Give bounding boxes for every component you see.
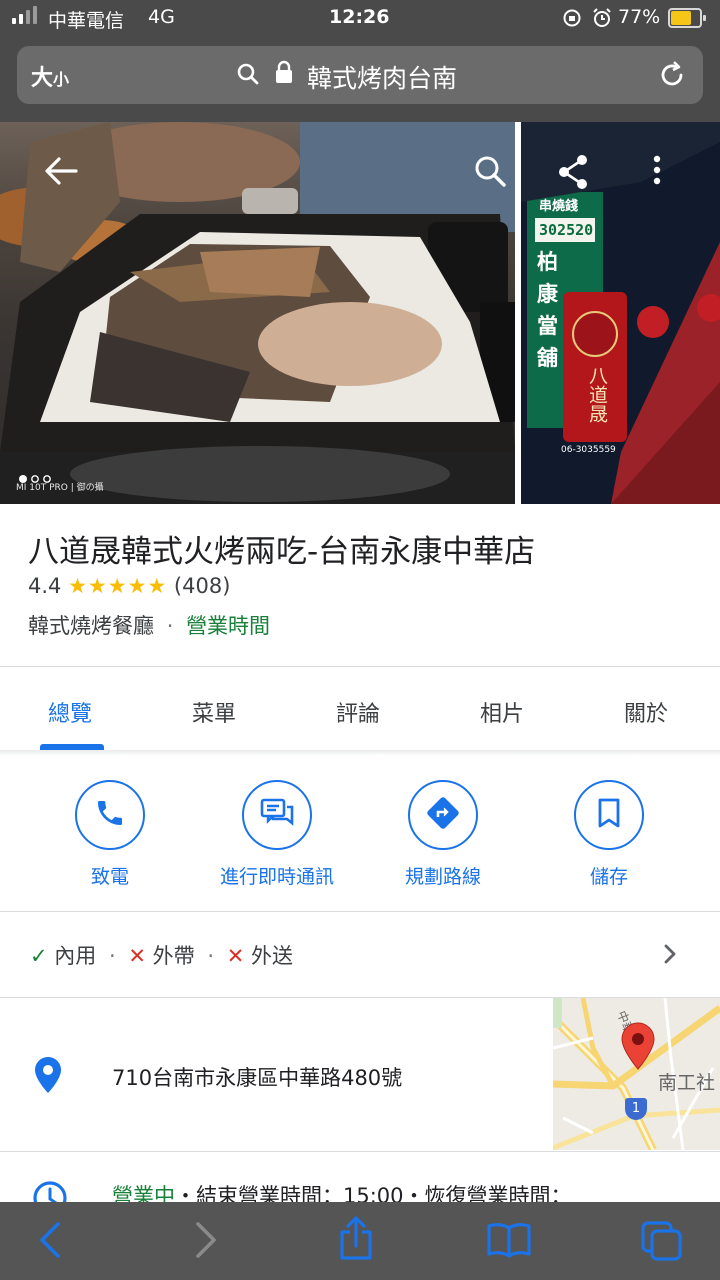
service-options[interactable]: ✓ 內用 · ✕ 外帶 · ✕ 外送 [30,940,293,970]
battery-percent: 77% [618,6,661,28]
directions-label: 規劃路線 [404,866,481,888]
tab-photos[interactable]: 相片 [480,696,524,728]
call-label: 致電 [90,866,129,888]
place-category: 韓式燒烤餐廳 [28,614,154,638]
signal-bar-3 [26,10,30,24]
sign-top-text: 串燒錢 [539,199,579,214]
signal-bar-4 [33,6,37,24]
status-bar: 中華電信 4G 12:26 77% [0,0,720,36]
sign-vertical-text: 柏康當舖 [537,246,565,374]
search-icon [236,62,260,90]
photo-search-icon[interactable] [473,154,507,192]
carrier-name: 中華電信 [48,10,125,32]
bookmark-icon [596,797,622,833]
text-size-button[interactable]: 大小 [31,60,69,92]
signal-bar-1 [12,18,16,24]
divider [0,1151,720,1152]
clock: 12:26 [329,6,390,28]
browser-forward-icon[interactable] [194,1222,218,1262]
photo-carousel[interactable]: MI 10T PRO | 御の攝 串燒錢 302520 柏康當舖 八道晟 06-… [0,122,720,504]
rating-row[interactable]: 4.4 ★★★★★ (408) [28,574,230,598]
check-icon: ✓ [30,944,48,968]
reload-icon[interactable] [659,59,687,93]
battery-icon [668,8,706,28]
address-text[interactable]: 710台南市永康區中華路480號 [112,1062,402,1092]
rating-stars: ★★★★★ [68,574,168,598]
takeout-label: 外帶 [152,944,195,968]
orientation-lock-icon [562,8,582,32]
call-circle [75,780,145,850]
hours-link[interactable]: 營業時間 [186,614,270,638]
url-query: 韓式烤肉台南 [307,64,458,93]
rating-value: 4.4 [28,574,62,598]
back-icon[interactable] [44,156,78,190]
save-circle [574,780,644,850]
tabs-icon[interactable] [640,1220,684,1266]
phone-icon [94,797,126,833]
service-separator: · [207,944,215,968]
browser-chrome: 大小 韓式烤肉台南 [0,36,720,122]
location-pin-icon [34,1056,62,1098]
share-sheet-icon[interactable] [338,1216,374,1266]
directions-button[interactable]: 規劃路線 [368,780,518,889]
browser-back-icon[interactable] [38,1222,62,1262]
save-label: 儲存 [589,866,628,888]
divider [0,666,720,667]
map-marker-icon [621,1022,655,1074]
chat-icon [260,797,294,833]
address-bar[interactable]: 大小 韓式烤肉台南 [17,46,703,104]
share-icon[interactable] [555,152,591,196]
photo-watermark: MI 10T PRO | 御の攝 [16,483,104,493]
sign-number: 302520 [539,221,594,239]
chat-button[interactable]: 進行即時通訊 [202,780,352,889]
place-title: 八道晟韓式火烤兩吃-台南永康中華店 [28,534,536,570]
chevron-right-icon[interactable] [660,942,680,970]
chat-circle [242,780,312,850]
alarm-icon [591,7,613,33]
divider [0,911,720,912]
directions-icon [426,796,460,834]
sign-char: 當 [537,314,558,338]
map-thumbnail[interactable]: 中華一路 南工社 1 [553,998,720,1150]
category-separator: · [166,614,174,638]
sign-char: 康 [537,282,558,306]
category-row: 韓式燒烤餐廳 · 營業時間 [28,610,270,640]
review-count: (408) [173,574,231,598]
browser-toolbar [0,1202,720,1280]
route-shield-icon: 1 [625,1098,647,1120]
text-size-small: 小 [53,70,70,89]
tab-menu[interactable]: 菜單 [192,696,236,728]
save-button[interactable]: 儲存 [534,780,684,889]
chat-label: 進行即時通訊 [219,866,334,888]
tab-overview[interactable]: 總覽 [48,696,92,728]
network-type: 4G [148,6,175,28]
cross-icon: ✕ [226,944,245,968]
storefront-photo[interactable]: 串燒錢 302520 柏康當舖 八道晟 06-3035559 [521,122,720,504]
tab-bar: 總覽 菜單 評論 相片 關於 [0,668,720,752]
bookmarks-icon[interactable] [486,1222,532,1262]
cross-icon: ✕ [128,944,146,968]
more-options-icon[interactable] [651,155,663,191]
map-poi-label: 南工社 [658,1072,716,1094]
tab-reviews[interactable]: 評論 [336,696,380,728]
sign-char: 舖 [537,346,558,370]
service-separator: · [108,944,116,968]
food-photo[interactable]: MI 10T PRO | 御の攝 [0,122,515,504]
tab-about[interactable]: 關於 [624,696,668,728]
tab-shadow [0,750,720,756]
text-size-large: 大 [31,66,54,91]
lock-icon [275,60,293,88]
sign-phone: 06-3035559 [561,445,616,455]
dine-in-label: 內用 [54,944,97,968]
sign-shop-name: 八道晟 [586,366,608,423]
call-button[interactable]: 致電 [35,780,185,889]
sign-char: 柏 [537,250,558,274]
directions-circle [408,780,478,850]
delivery-label: 外送 [251,944,294,968]
signal-bar-2 [19,14,23,24]
